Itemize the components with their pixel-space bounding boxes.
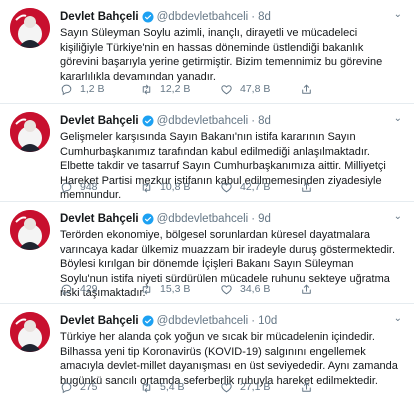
tweet-actions: 948 10,8 B 42,7 B [60,180,380,194]
chevron-down-icon[interactable]: ⌄ [394,9,402,20]
separator-dot: · [251,213,256,225]
avatar[interactable] [10,112,50,152]
retweet-icon [142,382,151,392]
chevron-down-icon[interactable]: ⌄ [394,313,402,324]
reply-icon [61,84,72,95]
reply-count: 429 [80,283,98,295]
tweet[interactable]: Devlet Bahçeli @dbdevletbahceli · 10d ⌄ … [0,304,414,401]
tweet-actions: 429 15,3 B 34,6 B [60,282,380,296]
reply-button[interactable]: 275 [60,380,140,394]
tweet-header: Devlet Bahçeli @dbdevletbahceli · 10d [60,314,402,328]
like-count: 47,8 B [240,83,271,95]
reply-count: 1,2 B [80,83,105,95]
separator-dot: · [251,315,256,327]
author-name[interactable]: Devlet Bahçeli [60,314,139,328]
heart-icon [221,284,232,294]
author-handle[interactable]: @dbdevletbahceli [157,314,249,328]
separator-dot: · [251,115,256,127]
share-icon [302,182,311,192]
retweet-count: 10,8 B [160,181,191,193]
avatar[interactable] [10,312,50,352]
reply-count: 275 [80,381,98,393]
tweet-time[interactable]: 8d [258,10,271,24]
retweet-count: 15,3 B [160,283,191,295]
like-button[interactable]: 42,7 B [220,180,300,194]
reply-button[interactable]: 429 [60,282,140,296]
reply-icon [61,182,72,193]
like-button[interactable]: 34,6 B [220,282,300,296]
tweet[interactable]: Devlet Bahçeli @dbdevletbahceli · 8d ⌄ S… [0,0,414,104]
retweet-button[interactable]: 12,2 B [140,82,220,96]
retweet-count: 12,2 B [160,83,191,95]
avatar-image [10,210,50,250]
reply-button[interactable]: 1,2 B [60,82,140,96]
like-button[interactable]: 27,1 B [220,380,300,394]
chevron-down-icon[interactable]: ⌄ [394,211,402,222]
chevron-down-icon[interactable]: ⌄ [394,113,402,124]
separator-dot: · [251,11,256,23]
tweet-timeline: Devlet Bahçeli @dbdevletbahceli · 8d ⌄ S… [0,0,414,401]
share-button[interactable] [300,82,320,96]
share-button[interactable] [300,282,320,296]
author-name[interactable]: Devlet Bahçeli [60,212,139,226]
retweet-button[interactable]: 15,3 B [140,282,220,296]
avatar-image [10,112,50,152]
tweet-header: Devlet Bahçeli @dbdevletbahceli · 9d [60,212,402,226]
reply-icon [61,382,72,393]
like-button[interactable]: 47,8 B [220,82,300,96]
like-count: 42,7 B [240,181,271,193]
author-name[interactable]: Devlet Bahçeli [60,10,139,24]
retweet-icon [142,284,151,294]
verified-badge-icon [142,115,154,127]
tweet-time[interactable]: 8d [258,114,271,128]
avatar-image [10,312,50,352]
author-handle[interactable]: @dbdevletbahceli [157,10,249,24]
avatar[interactable] [10,210,50,250]
tweet-header: Devlet Bahçeli @dbdevletbahceli · 8d [60,10,402,24]
retweet-button[interactable]: 5,4 B [140,380,220,394]
tweet[interactable]: Devlet Bahçeli @dbdevletbahceli · 9d ⌄ T… [0,202,414,304]
share-button[interactable] [300,180,320,194]
tweet[interactable]: Devlet Bahçeli @dbdevletbahceli · 8d ⌄ G… [0,104,414,202]
tweet-actions: 1,2 B 12,2 B 47,8 B [60,82,380,96]
author-handle[interactable]: @dbdevletbahceli [157,114,249,128]
retweet-icon [142,182,151,192]
like-count: 27,1 B [240,381,271,393]
verified-badge-icon [142,315,154,327]
share-icon [302,382,311,392]
retweet-count: 5,4 B [160,381,185,393]
heart-icon [221,84,232,94]
share-button[interactable] [300,380,320,394]
avatar-image [10,8,50,48]
heart-icon [221,182,232,192]
tweet-time[interactable]: 9d [258,212,271,226]
retweet-button[interactable]: 10,8 B [140,180,220,194]
tweet-actions: 275 5,4 B 27,1 B [60,380,380,394]
avatar[interactable] [10,8,50,48]
author-handle[interactable]: @dbdevletbahceli [157,212,249,226]
tweet-header: Devlet Bahçeli @dbdevletbahceli · 8d [60,114,402,128]
reply-count: 948 [80,181,98,193]
verified-badge-icon [142,11,154,23]
like-count: 34,6 B [240,283,271,295]
retweet-icon [142,84,151,94]
share-icon [302,84,311,94]
author-name[interactable]: Devlet Bahçeli [60,114,139,128]
heart-icon [221,382,232,392]
reply-icon [61,284,72,295]
tweet-text: Sayın Süleyman Soylu azimli, inançlı, di… [60,27,383,83]
verified-badge-icon [142,213,154,225]
share-icon [302,284,311,294]
tweet-time[interactable]: 10d [258,314,277,328]
reply-button[interactable]: 948 [60,180,140,194]
